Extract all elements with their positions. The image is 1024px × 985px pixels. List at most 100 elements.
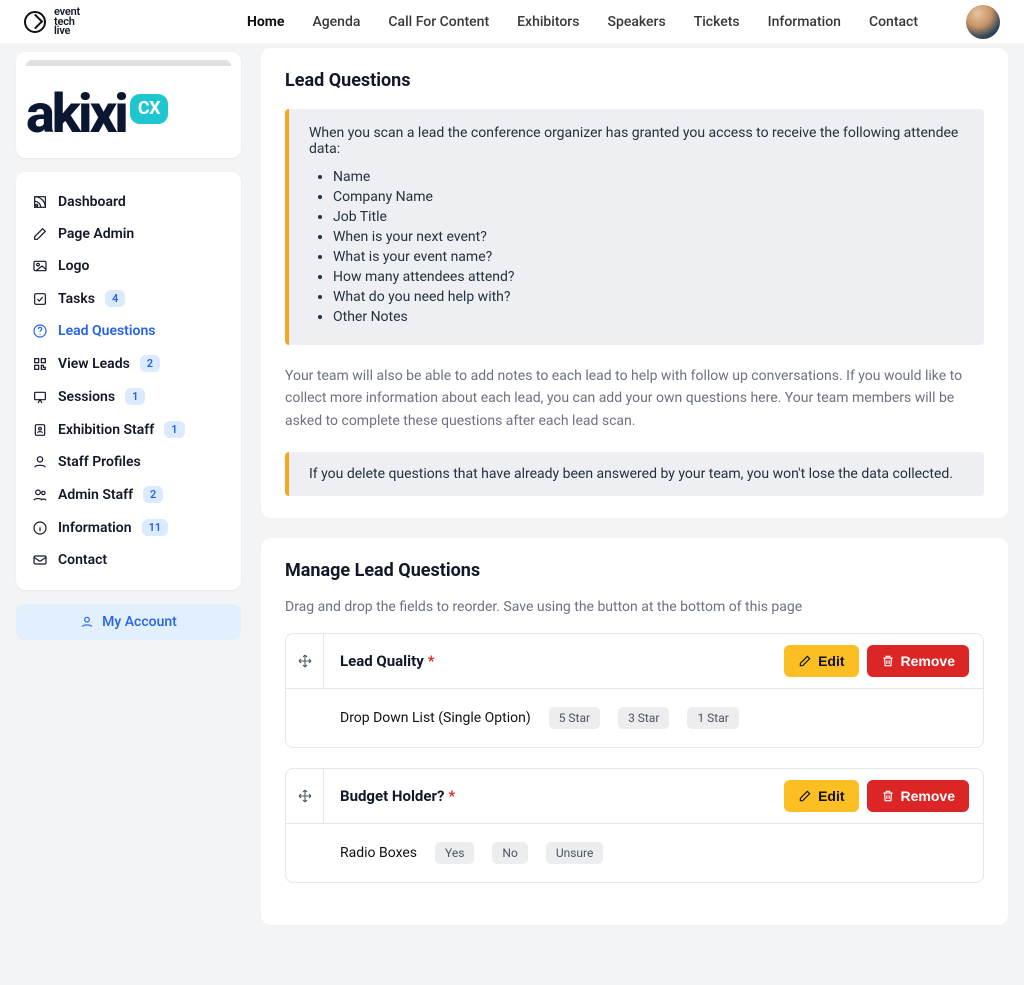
nav-contact[interactable]: Contact [869, 14, 918, 30]
main: Lead Questions When you scan a lead the … [261, 48, 1008, 945]
my-account-label: My Account [102, 614, 177, 630]
tasks-badge: 4 [105, 290, 125, 307]
question-actions: Edit Remove [770, 780, 983, 812]
question-header: Budget Holder?* Edit Remove [286, 769, 983, 824]
sidebar-item-admin-staff[interactable]: Admin Staff 2 [22, 478, 235, 511]
top-nav: Home Agenda Call For Content Exhibitors … [247, 5, 1000, 39]
option-chip: 5 Star [549, 707, 600, 729]
option-chip: 3 Star [618, 707, 669, 729]
sidebar-item-label: Lead Questions [58, 323, 155, 339]
question-card: Lead Quality* Edit Remove Dro [285, 633, 984, 748]
sidebar: akixiCX Dashboard Page Admin Logo Tasks … [16, 48, 241, 640]
sidebar-item-label: Contact [58, 552, 107, 568]
admin-staff-badge: 2 [143, 486, 163, 503]
sidebar-item-label: Sessions [58, 389, 115, 405]
question-type: Radio Boxes [340, 845, 417, 861]
edit-button[interactable]: Edit [784, 645, 858, 677]
edit-button[interactable]: Edit [784, 780, 858, 812]
info-icon [32, 520, 48, 536]
my-account-button[interactable]: My Account [16, 604, 241, 640]
question-header: Lead Quality* Edit Remove [286, 634, 983, 689]
helper-text: Your team will also be able to add notes… [285, 365, 984, 432]
trash-icon [881, 789, 895, 803]
sidebar-item-dashboard[interactable]: Dashboard [22, 186, 235, 218]
remove-button[interactable]: Remove [867, 645, 969, 677]
sidebar-item-page-admin[interactable]: Page Admin [22, 218, 235, 250]
presentation-icon [32, 389, 48, 405]
nav-agenda[interactable]: Agenda [312, 14, 360, 30]
drag-handle[interactable] [286, 769, 324, 823]
delete-warning-callout: If you delete questions that have alread… [285, 452, 984, 496]
sidebar-item-label: Exhibition Staff [58, 422, 154, 438]
option-chip: Unsure [546, 842, 604, 864]
question-card: Budget Holder?* Edit Remove R [285, 768, 984, 883]
sidebar-item-lead-questions[interactable]: Lead Questions [22, 315, 235, 347]
sidebar-item-view-leads[interactable]: View Leads 2 [22, 347, 235, 380]
sidebar-nav: Dashboard Page Admin Logo Tasks 4 Lead Q… [16, 172, 241, 590]
nav-exhibitors[interactable]: Exhibitors [517, 14, 579, 30]
brand[interactable]: event tech live [24, 7, 80, 35]
card-accent-stripe [26, 60, 231, 66]
nav-speakers[interactable]: Speakers [607, 14, 665, 30]
sidebar-item-label: View Leads [58, 356, 130, 372]
users-icon [32, 487, 48, 503]
mail-icon [32, 552, 48, 568]
trash-icon [881, 654, 895, 668]
sidebar-item-label: Staff Profiles [58, 454, 141, 470]
help-icon [32, 323, 48, 339]
question-body: Radio Boxes Yes No Unsure [286, 824, 983, 882]
warning-text: If you delete questions that have alread… [309, 466, 953, 482]
avatar[interactable] [966, 5, 1000, 39]
manage-title: Manage Lead Questions [285, 560, 984, 581]
move-icon [297, 653, 313, 669]
intro-callout: When you scan a lead the conference orga… [285, 109, 984, 345]
nav-information[interactable]: Information [768, 14, 841, 30]
data-point: What do you need help with? [333, 289, 964, 305]
sidebar-item-tasks[interactable]: Tasks 4 [22, 282, 235, 315]
sidebar-item-exhibition-staff[interactable]: Exhibition Staff 1 [22, 413, 235, 446]
sidebar-item-label: Information [58, 520, 132, 536]
lead-questions-panel: Lead Questions When you scan a lead the … [261, 48, 1008, 518]
option-chip: 1 Star [687, 707, 738, 729]
intro-text: When you scan a lead the conference orga… [309, 125, 964, 157]
company-logo-card: akixiCX [16, 52, 241, 158]
feed-icon [32, 194, 48, 210]
sidebar-item-label: Logo [58, 258, 89, 274]
required-asterisk: * [448, 787, 455, 805]
nav-tickets[interactable]: Tickets [694, 14, 740, 30]
sidebar-item-sessions[interactable]: Sessions 1 [22, 380, 235, 413]
manage-subtitle: Drag and drop the fields to reorder. Sav… [285, 599, 984, 615]
option-chip: No [492, 842, 527, 864]
sidebar-item-label: Page Admin [58, 226, 134, 242]
manage-questions-panel: Manage Lead Questions Drag and drop the … [261, 538, 1008, 925]
sidebar-item-logo[interactable]: Logo [22, 250, 235, 282]
pencil-icon [798, 789, 812, 803]
data-point: Other Notes [333, 309, 964, 325]
move-icon [297, 788, 313, 804]
id-icon [32, 422, 48, 438]
remove-button[interactable]: Remove [867, 780, 969, 812]
data-point: Name [333, 169, 964, 185]
data-point: How many attendees attend? [333, 269, 964, 285]
question-actions: Edit Remove [770, 645, 983, 677]
data-point: What is your event name? [333, 249, 964, 265]
company-logo: akixiCX [26, 72, 231, 142]
nav-home[interactable]: Home [247, 14, 284, 30]
sidebar-item-information[interactable]: Information 11 [22, 511, 235, 544]
question-title: Budget Holder?* [324, 769, 770, 823]
question-type: Drop Down List (Single Option) [340, 710, 531, 726]
sessions-badge: 1 [125, 388, 145, 405]
edit-icon [32, 226, 48, 242]
user-icon [32, 454, 48, 470]
sidebar-item-staff-profiles[interactable]: Staff Profiles [22, 446, 235, 478]
sidebar-item-label: Tasks [58, 291, 95, 307]
question-body: Drop Down List (Single Option) 5 Star 3 … [286, 689, 983, 747]
checkbox-icon [32, 291, 48, 307]
sidebar-item-label: Admin Staff [58, 487, 133, 503]
pencil-icon [798, 654, 812, 668]
drag-handle[interactable] [286, 634, 324, 688]
option-chip: Yes [435, 842, 474, 864]
page-title: Lead Questions [285, 70, 984, 91]
nav-call-for-content[interactable]: Call For Content [388, 14, 489, 30]
sidebar-item-contact[interactable]: Contact [22, 544, 235, 576]
